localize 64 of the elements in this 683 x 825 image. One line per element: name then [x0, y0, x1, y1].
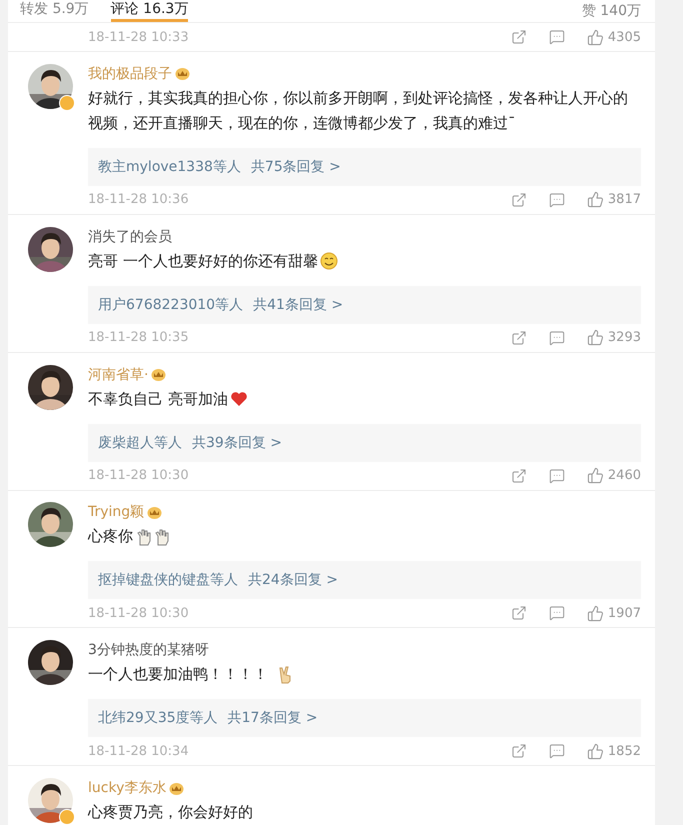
tab[interactable]: 评论 16.3万 — [110, 0, 188, 22]
thumbs-up-icon — [586, 28, 604, 46]
thumbs-up-icon — [586, 467, 604, 484]
replies-link[interactable]: 抠掉键盘侠的键盘等人 共24条回复 > — [88, 561, 641, 600]
replies-link[interactable]: 废柴超人等人 共39条回复 > — [88, 424, 641, 462]
heart-icon — [230, 391, 248, 408]
like-count: 1907 — [608, 606, 641, 621]
tab[interactable]: 转发 5.9万 — [20, 0, 89, 22]
share-icon[interactable] — [510, 192, 527, 208]
hand-emoji-icon — [155, 528, 169, 546]
comment-icon[interactable] — [548, 29, 565, 45]
replies-link[interactable]: 用户6768223010等人 共41条回复 > — [88, 286, 641, 324]
user-name[interactable]: 消失了的会员 — [88, 228, 172, 246]
like-button[interactable]: 3293 — [586, 329, 641, 346]
replies-link[interactable]: 教主mylove1338等人 共75条回复 > — [88, 148, 641, 186]
share-icon[interactable] — [510, 330, 527, 346]
hand-emoji-icon — [137, 528, 151, 546]
comment-icon[interactable] — [548, 192, 565, 208]
like-button[interactable]: 1907 — [586, 604, 641, 622]
replies-link[interactable]: 北纬29又35度等人 共17条回复 > — [88, 699, 641, 738]
like-count: 1852 — [608, 744, 641, 759]
crown-badge-icon — [147, 506, 162, 519]
like-count: 2460 — [608, 468, 641, 484]
like-button[interactable]: 2460 — [586, 467, 641, 484]
comment-time: 18-11-28 10:36 — [88, 192, 189, 208]
smile-emoji-icon — [320, 252, 338, 270]
comment-text: 不辜负自己 亮哥加油 — [88, 388, 228, 410]
share-icon[interactable] — [510, 605, 527, 622]
user-name[interactable]: 河南省草· — [88, 366, 148, 384]
comment-text: 亮哥 一个人也要好好的你还有甜馨 — [88, 250, 318, 272]
likes-tab[interactable]: 赞 140万 — [582, 2, 641, 20]
comment-time: 18-11-28 10:33 — [88, 30, 189, 44]
thumbs-up-icon — [586, 329, 604, 346]
user-name[interactable]: lucky李东水 — [88, 779, 166, 798]
like-count: 4305 — [608, 30, 641, 44]
comment-time: 18-11-28 10:35 — [88, 330, 189, 346]
comment-time: 18-11-28 10:34 — [88, 744, 189, 759]
crown-badge-icon — [151, 368, 166, 382]
comment-time: 18-11-28 10:30 — [88, 606, 189, 621]
crown-badge-icon — [175, 67, 190, 80]
crown-badge-icon — [169, 782, 184, 795]
comment-text: 好就行，其实我真的担心你，你以前多开朗啊，到处评论搞怪，发各种让人开心的视频，还开直播聊天，现在的你，连微博都少发了，我真的难过ˉ — [88, 88, 629, 134]
user-name[interactable]: 3分钟热度的某猪呀 — [88, 641, 209, 660]
comment-text: 心疼你 — [88, 526, 133, 548]
like-count: 3817 — [608, 192, 641, 208]
share-icon[interactable] — [510, 743, 527, 760]
user-name[interactable]: Trying颖 — [88, 503, 144, 522]
like-button[interactable]: 3817 — [586, 191, 641, 208]
like-button[interactable]: 4305 — [586, 28, 641, 46]
comment-icon[interactable] — [548, 330, 565, 346]
comment-icon[interactable] — [548, 468, 565, 484]
thumbs-up-icon — [586, 604, 604, 622]
comment-text: 心疼贾乃亮，你会好好的 — [88, 802, 253, 824]
thumbs-up-icon — [586, 191, 604, 208]
comment-icon[interactable] — [548, 605, 565, 622]
like-count: 3293 — [608, 330, 641, 346]
comment-text: 一个人也要加油鸭！！！！ — [88, 664, 268, 686]
like-button[interactable]: 1852 — [586, 742, 641, 760]
comment-time: 18-11-28 10:30 — [88, 468, 189, 484]
share-icon[interactable] — [510, 29, 527, 45]
thumbs-up-icon — [586, 742, 604, 760]
share-icon[interactable] — [510, 468, 527, 484]
user-name[interactable]: 我的极品段子 — [88, 64, 172, 83]
comment-icon[interactable] — [548, 743, 565, 760]
